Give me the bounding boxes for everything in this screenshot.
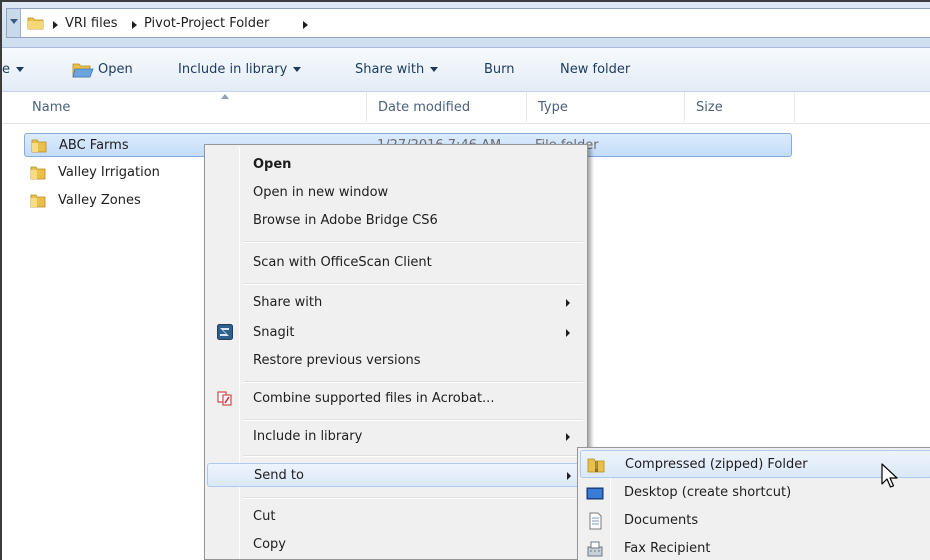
menu-separator [243,455,583,457]
menu-item-label: Documents [624,513,699,528]
menu-item-browse-in-adobe-bridge[interactable]: Browse in Adobe Bridge CS6 [207,209,585,233]
desktop-icon [586,487,604,500]
menu-separator [243,283,583,285]
menu-item-scan-with-officescan[interactable]: Scan with OfficeScan Client [207,251,585,275]
column-date-modified[interactable]: Date modified [378,99,470,117]
submenu-arrow-icon [566,299,570,307]
include-in-library-label: Include in library [178,62,288,77]
file-name: Valley Zones [58,193,141,208]
menu-item-label: Copy [253,537,286,552]
menu-item-documents[interactable]: Documents [580,507,930,535]
share-with-label: Share with [355,62,425,77]
chevron-down-icon [293,67,302,72]
menu-item-compressed-folder[interactable]: Compressed (zipped) Folder [580,450,930,478]
menu-separator [243,241,583,243]
menu-item-label: Share with [253,295,323,310]
menu-separator [243,419,583,421]
menu-item-label: Open in new window [253,185,389,200]
open-folder-icon [72,63,94,78]
breadcrumb-pivot-project-folder[interactable]: Pivot-Project Folder [144,15,269,33]
menu-item-label: Send to [254,468,304,483]
column-type[interactable]: Type [538,99,568,117]
folder-icon [27,17,44,30]
menu-item-label: Desktop (create shortcut) [624,485,792,500]
menu-item-label: Include in library [253,429,363,444]
address-bar: VRI files Pivot-Project Folder [2,2,930,48]
fax-icon [587,541,603,557]
column-divider[interactable] [684,92,685,122]
burn-button[interactable]: Burn [484,61,515,79]
chevron-down-icon [430,67,439,72]
menu-separator [243,497,583,499]
documents-icon [589,512,602,530]
column-divider[interactable] [366,92,367,122]
command-bar: e Open Include in library Share with Bur… [2,48,930,92]
mouse-pointer-icon [881,463,898,488]
menu-item-label: Combine supported files in Acrobat... [253,391,495,406]
folder-icon [31,139,47,153]
menu-item-send-to[interactable]: Send to [207,463,585,487]
open-label: Open [98,62,133,77]
breadcrumb-vri-files[interactable]: VRI files [65,15,117,33]
folder-icon [30,194,46,208]
breadcrumb-arrow-icon[interactable] [53,21,58,29]
menu-item-combine-in-acrobat[interactable]: Combine supported files in Acrobat... [207,387,585,411]
recent-locations-dropdown[interactable] [7,9,21,37]
acrobat-icon [217,391,232,406]
menu-item-desktop-shortcut[interactable]: Desktop (create shortcut) [580,479,930,507]
menu-item-fax-recipient[interactable]: Fax Recipient [580,535,930,560]
share-with-button[interactable]: Share with [355,61,439,79]
sort-ascending-icon [221,94,229,99]
menu-item-restore-previous-versions[interactable]: Restore previous versions [207,349,585,373]
menu-item-label: Cut [253,509,276,524]
menu-item-label: Fax Recipient [624,541,711,556]
submenu-arrow-icon [566,433,570,441]
organize-button[interactable]: e [2,61,24,79]
menu-item-open-in-new-window[interactable]: Open in new window [207,181,585,205]
folder-icon [30,166,46,180]
menu-item-share-with[interactable]: Share with [207,291,585,315]
submenu-arrow-icon [567,472,571,480]
menu-item-include-in-library[interactable]: Include in library [207,425,585,449]
file-name: ABC Farms [59,138,129,153]
column-size[interactable]: Size [696,99,723,117]
include-in-library-button[interactable]: Include in library [178,61,302,79]
column-divider[interactable] [526,92,527,122]
chevron-down-icon [10,19,18,24]
menu-item-snagit[interactable]: Snagit [207,321,585,345]
menu-item-open[interactable]: Open [207,153,585,177]
new-folder-button[interactable]: New folder [560,61,630,79]
chevron-down-icon [16,67,24,72]
breadcrumb-arrow-icon[interactable] [303,21,308,29]
menu-item-label: Snagit [253,325,295,340]
column-divider[interactable] [794,92,795,122]
address-box[interactable]: VRI files Pivot-Project Folder [6,8,930,38]
zip-folder-icon [587,458,605,473]
menu-separator [243,381,583,383]
menu-item-cut[interactable]: Cut [207,505,585,529]
file-name: Valley Irrigation [58,165,160,180]
menu-item-copy[interactable]: Copy [207,533,585,557]
context-menu: Open Open in new window Browse in Adobe … [204,144,588,560]
menu-item-label: Browse in Adobe Bridge CS6 [253,213,438,228]
send-to-submenu: Compressed (zipped) Folder Desktop (crea… [577,447,930,560]
breadcrumb-arrow-icon[interactable] [132,21,137,29]
column-name[interactable]: Name [32,99,70,117]
menu-item-label: Restore previous versions [253,353,421,368]
column-header: Name Date modified Type Size [2,92,930,124]
organize-label: e [2,62,10,77]
menu-item-label: Compressed (zipped) Folder [625,457,808,472]
menu-item-label: Scan with OfficeScan Client [253,255,432,270]
snagit-icon [217,324,233,340]
submenu-arrow-icon [566,329,570,337]
menu-item-label: Open [253,157,292,172]
